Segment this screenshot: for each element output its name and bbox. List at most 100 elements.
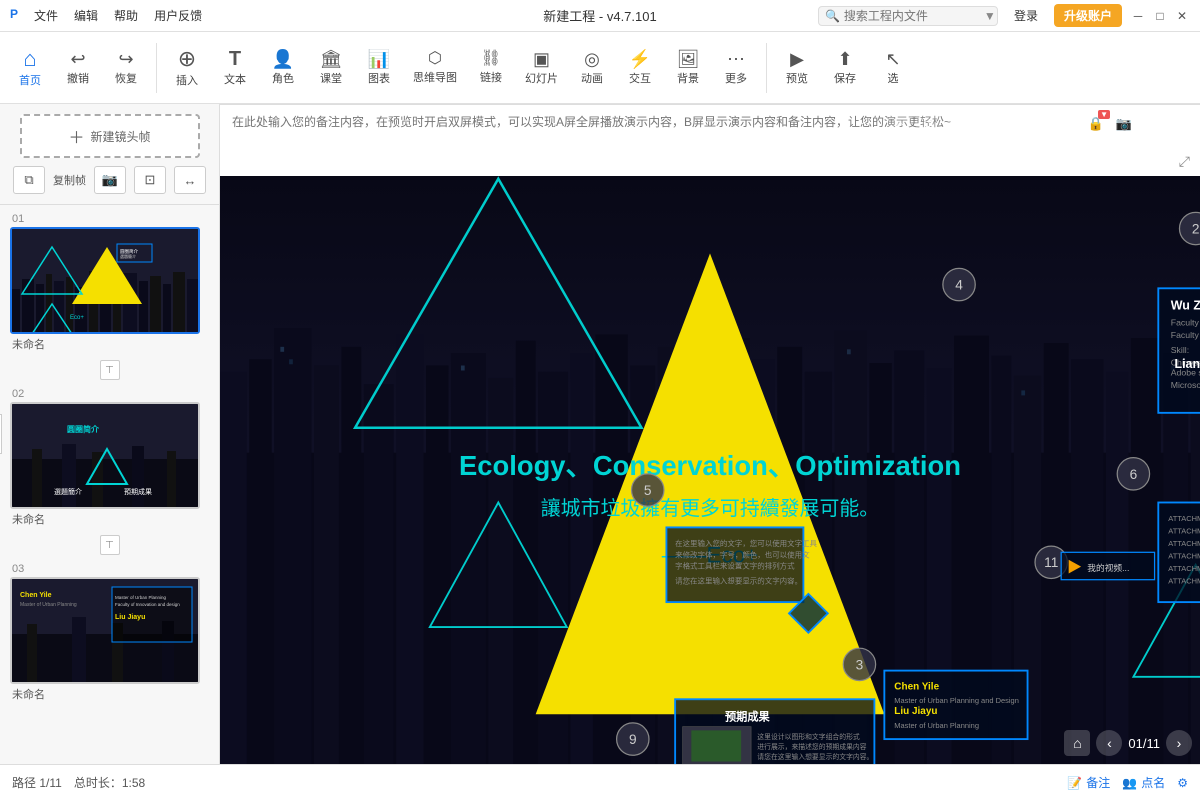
copy-frame-button[interactable]: ⧉ xyxy=(13,166,45,194)
svg-text:我的视频...: 我的视频... xyxy=(1087,562,1129,573)
canvas-rect1-button[interactable]: □ xyxy=(944,112,968,136)
toolbar-text[interactable]: T 文本 xyxy=(213,45,257,91)
toolbar-bg[interactable]: 🖼 背景 xyxy=(666,46,710,90)
canvas-menu-button[interactable]: ≡ xyxy=(1056,112,1080,136)
close-button[interactable]: ✕ xyxy=(1174,8,1190,24)
menu-feedback[interactable]: 用户反馈 xyxy=(154,7,202,24)
save-icon: ⬆ xyxy=(837,50,852,68)
svg-text:Wu Zhengtao: Wu Zhengtao xyxy=(1171,298,1200,312)
callout-action-icon: 👥 xyxy=(1122,776,1137,790)
menu-file[interactable]: 文件 xyxy=(34,7,58,24)
toolbar-divider-1 xyxy=(156,43,157,93)
canvas-fit2-button[interactable]: ⊡ xyxy=(1140,112,1164,136)
toolbar-select[interactable]: ↖ 选 xyxy=(871,46,915,90)
slide-separator-1: ⊤ xyxy=(98,358,122,382)
svg-text:ATTACHMENTSORLEAGUE A SECTION: ATTACHMENTSORLEAGUE A SECTION E xyxy=(1168,514,1200,523)
canvas-lock-button[interactable]: 🔒 ▼ xyxy=(1084,112,1108,136)
svg-text:ATTACHMENTSORLEAGUE A SECTION: ATTACHMENTSORLEAGUE A SECTION E xyxy=(1168,527,1200,536)
toolbar-undo[interactable]: ↩ 撤销 xyxy=(56,46,100,90)
notes-action-button[interactable]: 📝 备注 xyxy=(1067,774,1110,791)
login-button[interactable]: 登录 xyxy=(1006,5,1046,26)
menu-logo[interactable]: P xyxy=(10,7,18,24)
menu-edit[interactable]: 编辑 xyxy=(74,7,98,24)
toolbar-link[interactable]: ⛓ 链接 xyxy=(469,47,513,89)
nav-prev-button[interactable]: ‹ xyxy=(1096,730,1122,756)
slide-name-2: 未命名 xyxy=(10,511,209,527)
upgrade-button[interactable]: 升级账户 xyxy=(1054,4,1122,27)
swap-button[interactable]: ↔ xyxy=(174,166,206,194)
slide-number-1: 01 xyxy=(10,213,209,225)
toolbar-home-label: 首页 xyxy=(19,72,41,88)
search-box[interactable]: 🔍 ▼ xyxy=(818,6,998,26)
slide-thumb-2[interactable]: 圆圈简介 選題簡介 預期成果 xyxy=(10,402,200,509)
toolbar-insert[interactable]: ⊕ 插入 xyxy=(165,44,209,92)
canvas-home-button[interactable]: ⌂ xyxy=(888,112,912,136)
toolbar-mindmap[interactable]: ⬡ 思维导图 xyxy=(405,47,465,89)
toolbar-save[interactable]: ⬆ 保存 xyxy=(823,46,867,90)
toolbar-preview[interactable]: ▶ 预览 xyxy=(775,46,819,90)
toolbar-undo-label: 撤销 xyxy=(67,70,89,86)
canvas-area[interactable]: ⌂ ↺ □ ▢ ⊕ ⊖ ≡ 🔒 ▼ 📷 ⊡ ⤢ xyxy=(220,104,1200,764)
toolbar-character[interactable]: 👤 角色 xyxy=(261,46,305,90)
canvas-zoomin-button[interactable]: ⊕ xyxy=(1000,112,1024,136)
slide-name-3: 未命名 xyxy=(10,686,209,702)
canvas-rect2-button[interactable]: ▢ xyxy=(972,112,996,136)
duration-indicator: 总时长：1:58 xyxy=(74,774,145,791)
fit-button[interactable]: ⊡ xyxy=(134,166,166,194)
svg-text:6: 6 xyxy=(1130,467,1138,482)
search-input[interactable] xyxy=(844,9,984,23)
slide-canvas[interactable]: Ecology、Conservation、Optimization 讓城市垃圾擁… xyxy=(220,104,1200,764)
copy-frame-label: 复制帧 xyxy=(53,166,86,194)
nav-next-button[interactable]: › xyxy=(1166,730,1192,756)
slide-thumb-3[interactable]: Chen Yile Master of Urban Planning Maste… xyxy=(10,577,200,684)
toolbar-animate[interactable]: ◎ 动画 xyxy=(570,46,614,90)
canvas-fullscreen-button[interactable]: ⤢ xyxy=(1168,112,1192,136)
svg-text:5: 5 xyxy=(644,483,652,498)
window-controls: ─ □ ✕ xyxy=(1130,8,1190,24)
sidebar-collapse-button[interactable]: ‹ xyxy=(0,414,2,454)
svg-text:Ecology、Conservation、Optimizat: Ecology、Conservation、Optimization xyxy=(459,450,961,481)
camera-icon: 📷 xyxy=(102,172,118,188)
bottom-left: 路径 1/11 总时长：1:58 xyxy=(12,774,145,791)
menu-bar: P 文件 编辑 帮助 用户反馈 xyxy=(10,7,202,24)
bg-icon: 🖼 xyxy=(677,50,700,68)
callout-action-button[interactable]: 👥 点名 xyxy=(1122,774,1165,791)
toolbar-link-label: 链接 xyxy=(480,69,502,85)
maximize-button[interactable]: □ xyxy=(1152,8,1168,24)
classroom-icon: 🏛 xyxy=(320,50,343,68)
toolbar-more[interactable]: ⋯ 更多 xyxy=(714,46,758,90)
toolbar-classroom[interactable]: 🏛 课堂 xyxy=(309,46,353,90)
camera-button[interactable]: 📷 xyxy=(94,166,126,194)
svg-text:Faculty of Urban Planning and: Faculty of Urban Planning and Design xyxy=(1171,318,1200,328)
main-layout: ＋ 新建镜头帧 ⧉ 复制帧 📷 ⊡ ↔ xyxy=(0,104,1200,764)
toolbar-redo[interactable]: ↪ 恢复 xyxy=(104,46,148,90)
menu-help[interactable]: 帮助 xyxy=(114,7,138,24)
mindmap-icon: ⬡ xyxy=(428,51,442,67)
copy-icon: ⧉ xyxy=(24,172,33,188)
svg-text:圆圈简介: 圆圈简介 xyxy=(67,424,100,434)
notes-expand-icon[interactable]: ⤢ xyxy=(1179,153,1190,170)
fit-icon: ⊡ xyxy=(145,172,156,188)
svg-text:请您在这里输入想要显示的文字内容。: 请您在这里输入想要显示的文字内容。 xyxy=(757,752,873,761)
toolbar-interact[interactable]: ⚡ 交互 xyxy=(618,46,662,90)
nav-page-indicator: 01/11 xyxy=(1128,736,1160,751)
toolbar-slide[interactable]: ▣ 幻灯片 xyxy=(517,46,566,90)
new-frame-button[interactable]: ＋ 新建镜头帧 xyxy=(20,114,200,158)
separator-icon-2: ⊤ xyxy=(100,535,120,555)
svg-text:来修改字体，字号，颜色，也可以使用文: 来修改字体，字号，颜色，也可以使用文 xyxy=(675,549,810,559)
nav-home-button[interactable]: ⌂ xyxy=(1064,730,1090,756)
svg-text:预期成果: 预期成果 xyxy=(725,709,771,723)
settings-action-button[interactable]: ⚙ xyxy=(1177,776,1188,790)
svg-text:字格式工具栏来设置文字的排列方式: 字格式工具栏来设置文字的排列方式 xyxy=(675,560,795,570)
canvas-camera-button[interactable]: 📷 xyxy=(1112,112,1136,136)
toolbar-chart[interactable]: 📊 图表 xyxy=(357,46,401,90)
toolbar-insert-label: 插入 xyxy=(176,72,198,88)
minimize-button[interactable]: ─ xyxy=(1130,8,1146,24)
canvas-rotate-button[interactable]: ↺ xyxy=(916,112,940,136)
search-dropdown-icon[interactable]: ▼ xyxy=(984,9,996,23)
slide-thumb-1[interactable]: Eco+ 圆圈简介 選題簡介 xyxy=(10,227,200,334)
redo-icon: ↪ xyxy=(118,50,133,68)
slide-number-2: 02 xyxy=(10,388,209,400)
toolbar-home[interactable]: ⌂ 首页 xyxy=(8,44,52,92)
canvas-zoomout-button[interactable]: ⊖ xyxy=(1028,112,1052,136)
